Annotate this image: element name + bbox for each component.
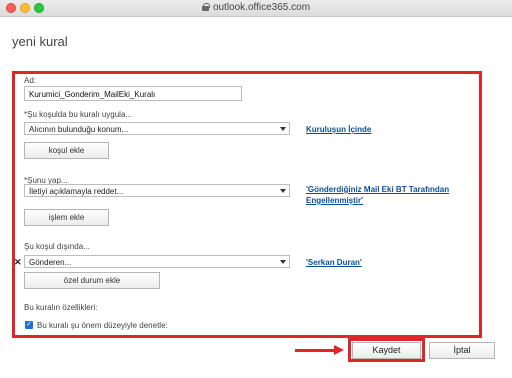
exception-value-link[interactable]: 'Serkan Duran' — [306, 258, 362, 267]
action-value-link[interactable]: 'Gönderdiğiniz Mail Eki BT Tarafından En… — [306, 184, 476, 206]
url-text: outlook.office365.com — [212, 2, 311, 13]
page-title: yeni kural — [12, 34, 68, 49]
condition-select[interactable]: Alıcının bulunduğu konum... — [24, 122, 290, 135]
add-condition-button[interactable]: koşul ekle — [24, 142, 109, 159]
severity-checkbox-label: Bu kuralı şu önem düzeyiyle denetle: — [37, 321, 168, 330]
properties-label: Bu kuralın özellikleri: — [24, 303, 98, 312]
name-label: Ad: — [24, 76, 37, 85]
condition-value-link[interactable]: Kuruluşun İçinde — [306, 125, 371, 134]
action-select-value: İletiyi açıklamayla reddet... — [29, 187, 124, 196]
remove-exception-icon[interactable]: ✕ — [14, 257, 22, 268]
lock-icon — [201, 3, 210, 11]
cancel-button[interactable]: İptal — [429, 342, 495, 359]
chevron-down-icon — [280, 127, 286, 131]
exception-label: Şu koşul dışında... — [24, 242, 90, 251]
action-select[interactable]: İletiyi açıklamayla reddet... — [24, 184, 290, 197]
save-button[interactable]: Kaydet — [352, 342, 421, 359]
severity-checkbox[interactable]: ✓ — [25, 321, 33, 329]
chevron-down-icon — [280, 260, 286, 264]
chevron-down-icon — [280, 189, 286, 193]
rule-name-input[interactable]: Kurumici_Gonderim_MailEki_Kuralı — [24, 86, 242, 101]
add-action-button[interactable]: işlem ekle — [24, 209, 109, 226]
exception-select-value: Gönderen... — [29, 258, 72, 267]
address-bar[interactable]: outlook.office365.com — [0, 2, 512, 13]
arrow-head-annotation — [334, 345, 344, 355]
exception-select[interactable]: Gönderen... — [24, 255, 290, 268]
browser-titlebar: outlook.office365.com — [0, 0, 512, 17]
condition-label: *Şu koşulda bu kuralı uygula... — [24, 110, 133, 119]
arrow-annotation — [295, 349, 335, 352]
add-exception-button[interactable]: özel durum ekle — [24, 272, 160, 289]
condition-select-value: Alıcının bulunduğu konum... — [29, 125, 129, 134]
